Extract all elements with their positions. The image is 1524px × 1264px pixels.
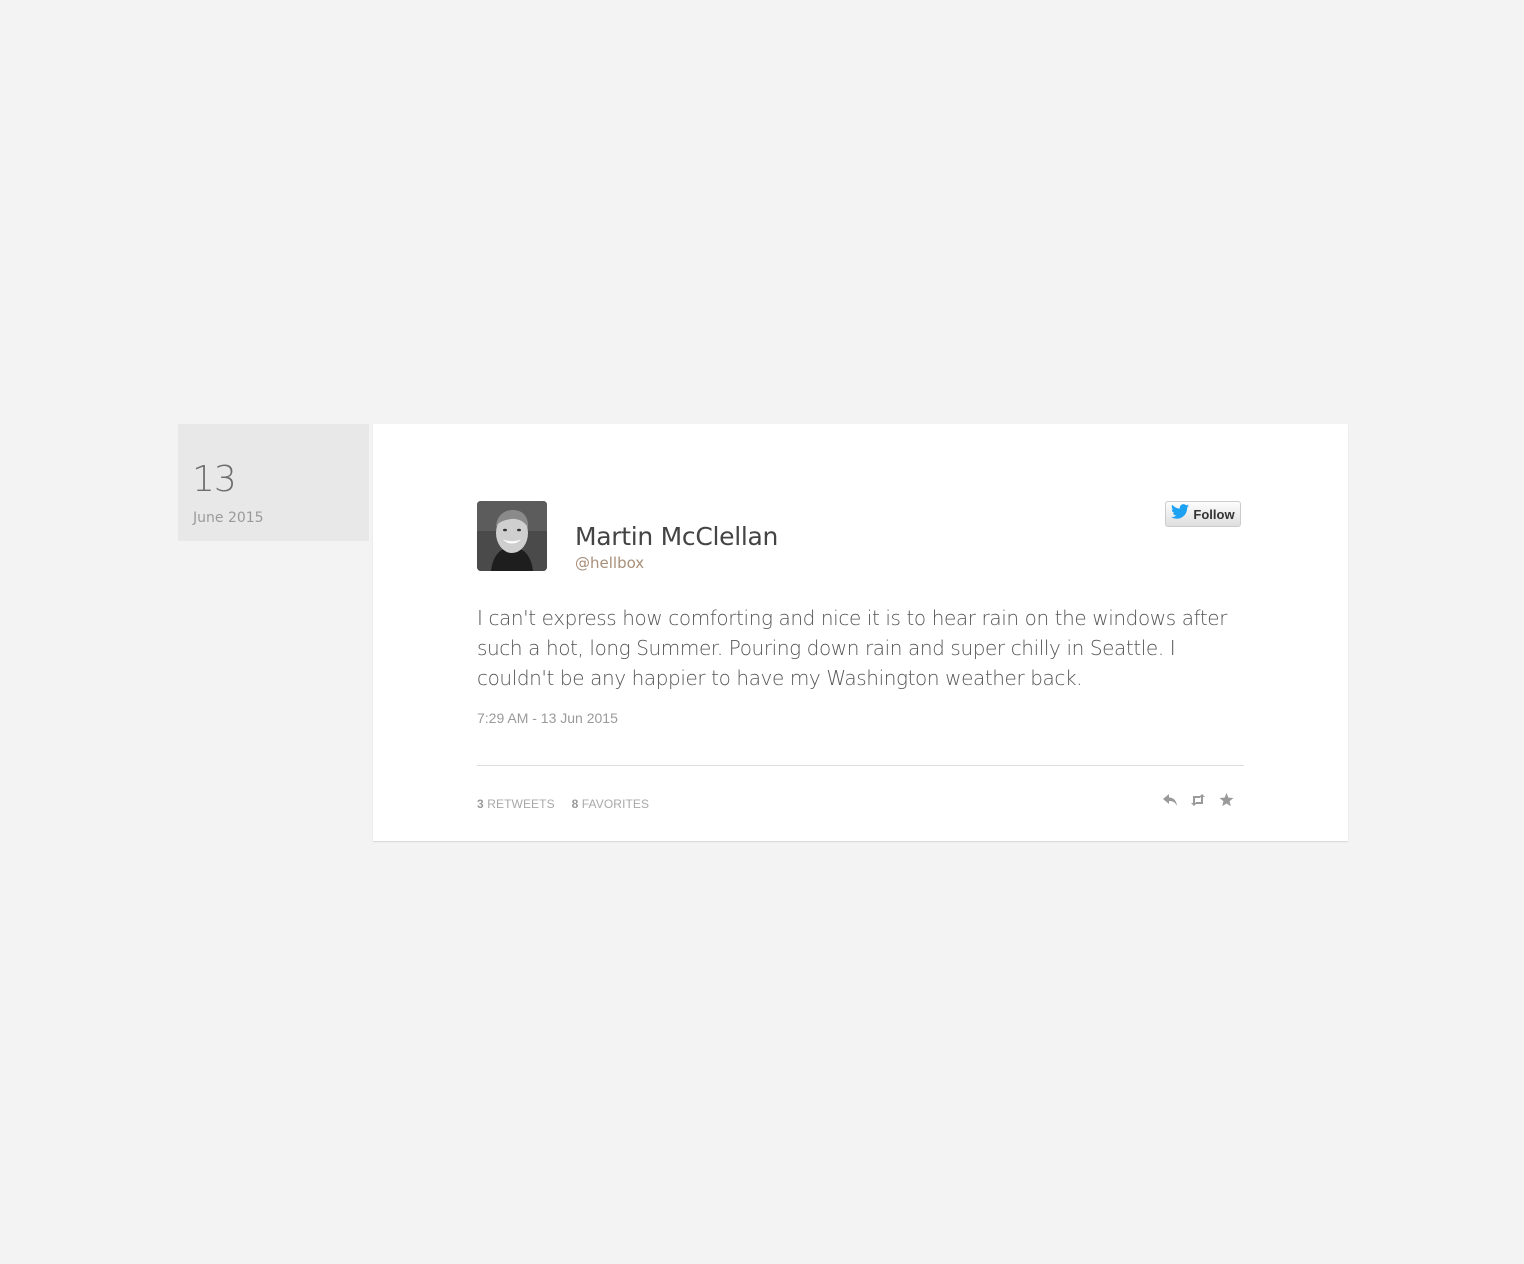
avatar-photo [477,501,547,571]
star-icon[interactable] [1218,792,1234,808]
divider [477,765,1244,766]
author-name[interactable]: Martin McClellan [575,522,778,552]
follow-label: Follow [1193,506,1235,522]
twitter-bird-icon [1171,504,1190,524]
tweet-actions [1162,792,1234,808]
date-day: 13 [192,459,237,500]
author-handle[interactable]: @hellbox [575,554,644,572]
follow-button[interactable]: Follow [1165,501,1241,527]
date-month-year: June 2015 [193,510,264,526]
reply-icon[interactable] [1162,792,1178,808]
retweets-label[interactable]: RETWEETS [487,797,554,811]
date-box: 13 June 2015 [178,424,369,541]
retweet-icon[interactable] [1190,792,1206,808]
tweet-stats: 3 RETWEETS 8 FAVORITES [477,797,649,811]
tweet-timestamp[interactable]: 7:29 AM - 13 Jun 2015 [477,710,618,726]
avatar[interactable] [477,501,547,571]
tweet-text: I can't express how comforting and nice … [477,606,1228,690]
tweet-card: Martin McClellan @hellbox Follow I can't… [373,424,1348,841]
favorites-count: 8 [571,797,579,811]
retweets-count: 3 [477,797,484,811]
favorites-label[interactable]: FAVORITES [582,797,649,811]
